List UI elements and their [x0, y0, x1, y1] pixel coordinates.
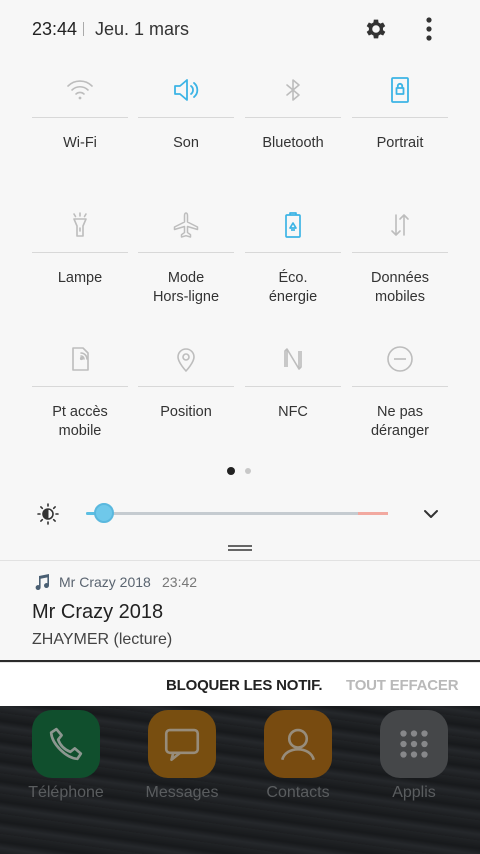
clear-all-button[interactable]: TOUT EFFACER	[346, 677, 459, 694]
airplane-icon	[173, 211, 199, 238]
page-indicator	[0, 467, 480, 477]
clock: 23:44	[32, 19, 78, 39]
drag-handle[interactable]	[228, 545, 252, 553]
notification-app-name: Mr Crazy 2018	[59, 574, 151, 590]
date: Jeu. 1 mars	[95, 19, 190, 39]
brightness-slider[interactable]	[86, 512, 388, 515]
tile-label: Wi-Fi	[63, 135, 97, 151]
tile-label: Ne pas déranger	[370, 404, 430, 439]
dim-overlay	[0, 706, 480, 854]
mobile-data-icon	[391, 213, 409, 236]
status-bar: 23:44 Jeu. 1 mars	[0, 0, 480, 62]
nfc-icon	[284, 347, 302, 370]
portrait-lock-icon	[391, 76, 409, 103]
wifi-icon	[67, 79, 93, 99]
tile-label: Données mobiles	[370, 270, 430, 305]
do-not-disturb-icon	[387, 345, 413, 372]
tile-label: Son	[173, 135, 199, 151]
tile-label: Position	[160, 404, 212, 420]
music-note-icon	[35, 574, 50, 591]
sound-icon	[174, 78, 199, 101]
brightness-icon	[37, 503, 59, 525]
tile-label: Portrait	[376, 135, 424, 151]
notification-subtitle: ZHAYMER (lecture)	[32, 631, 173, 648]
page-dot[interactable]	[245, 468, 251, 474]
tile-label: Éco. énergie	[268, 270, 318, 305]
hotspot-icon	[72, 346, 89, 371]
block-notifications-button[interactable]: BLOQUER LES NOTIF.	[166, 677, 323, 694]
divider	[83, 22, 84, 36]
gear-icon[interactable]	[363, 16, 389, 42]
tile-label: Pt accès mobile	[52, 404, 108, 439]
tile-label: NFC	[278, 404, 308, 420]
notification-actions: BLOQUER LES NOTIF. TOUT EFFACER	[0, 662, 480, 706]
more-options-icon[interactable]	[418, 14, 440, 44]
bluetooth-icon	[286, 78, 300, 101]
notification-title: Mr Crazy 2018	[32, 601, 164, 623]
battery-saver-icon	[285, 211, 301, 238]
notification-card[interactable]: Mr Crazy 2018 23:42 Mr Crazy 2018 ZHAYME…	[0, 560, 480, 660]
location-icon	[177, 347, 195, 372]
chevron-down-icon[interactable]	[420, 503, 442, 525]
quick-settings-panel: 23:44 Jeu. 1 mars Wi-Fi Son Bluetooth Po…	[0, 0, 480, 560]
tile-label: Lampe	[57, 270, 103, 286]
notification-time: 23:42	[162, 574, 198, 590]
brightness-outdoor-zone	[358, 512, 388, 515]
flashlight-icon	[73, 211, 87, 237]
home-screen-background: Téléphone Messages Contacts Applis	[0, 706, 480, 854]
brightness-thumb[interactable]	[94, 503, 114, 523]
tile-label: Mode Hors-ligne	[152, 270, 220, 305]
page-dot-active[interactable]	[227, 467, 235, 475]
tile-label: Bluetooth	[262, 135, 324, 151]
